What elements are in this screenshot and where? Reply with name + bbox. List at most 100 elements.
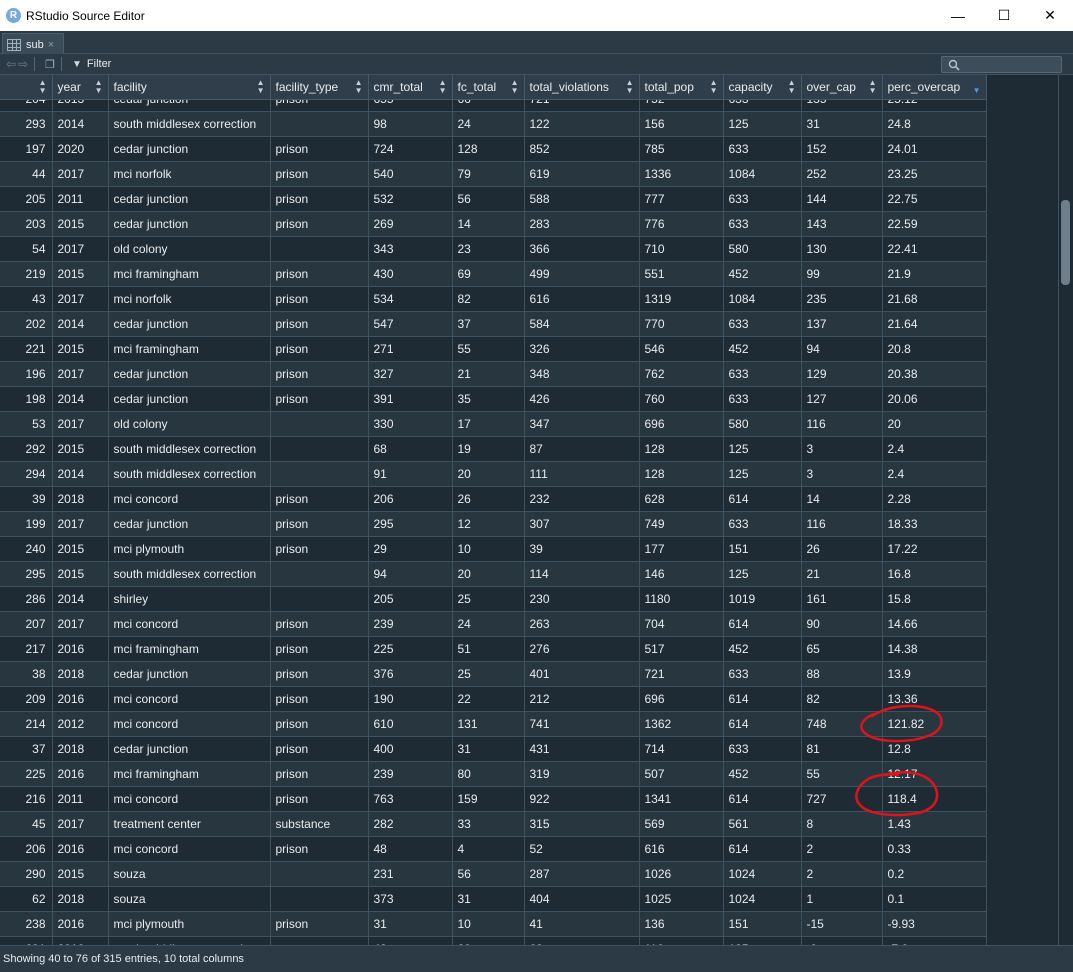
column-header-rownames[interactable]: ▲ ▼ bbox=[0, 75, 53, 100]
cell-value: 20 bbox=[887, 416, 901, 431]
column-header-facility[interactable]: facility ▲ ▼ bbox=[108, 75, 271, 100]
search-input[interactable] bbox=[941, 56, 1062, 73]
table-row[interactable]: 206 2016 mci concord prison 48 4 52 616 614 2 0.33 bbox=[0, 836, 987, 862]
table-cell-cmr-total: 48 bbox=[368, 836, 453, 862]
cell-value: 748 bbox=[806, 716, 827, 731]
table-row[interactable]: 290 2015 souza 231 56 287 1026 1024 2 0.2 bbox=[0, 861, 987, 887]
table-row[interactable]: 43 2017 mci norfolk prison 534 82 616 1319 1084 2… bbox=[0, 286, 987, 312]
table-cell-perc-overcap: 24.8 bbox=[882, 111, 987, 137]
cell-value: 21 bbox=[457, 366, 471, 381]
table-cell-facility-type: prison bbox=[270, 661, 369, 687]
row-number-cell: 293 bbox=[0, 111, 53, 137]
sort-arrows-icon[interactable]: ▲ ▼ bbox=[95, 79, 103, 95]
table-cell-facility: souza bbox=[108, 861, 271, 887]
table-row[interactable]: 238 2016 mci plymouth prison 31 10 41 136 151 -15… bbox=[0, 911, 987, 937]
sort-arrows-icon[interactable]: ▲ ▼ bbox=[39, 79, 47, 95]
table-cell-perc-overcap: 22.41 bbox=[882, 236, 987, 262]
sort-arrows-icon[interactable]: ▼ bbox=[973, 79, 981, 95]
column-header-total-violations[interactable]: total_violations ▲ ▼ bbox=[524, 75, 640, 100]
sort-arrows-icon[interactable]: ▲ ▼ bbox=[869, 79, 877, 95]
cell-value: mci concord bbox=[113, 841, 179, 856]
cell-value: 69 bbox=[457, 266, 471, 281]
table-cell-year: 2018 bbox=[52, 486, 109, 512]
table-row[interactable]: 62 2018 souza 373 31 404 1025 1024 1 0.1 bbox=[0, 886, 987, 912]
cell-value: 3 bbox=[806, 466, 814, 481]
table-row[interactable]: 225 2016 mci framingham prison 239 80 319 507 45… bbox=[0, 761, 987, 787]
sort-arrows-icon[interactable]: ▲ ▼ bbox=[257, 79, 265, 95]
table-row[interactable]: 202 2014 cedar junction prison 547 37 584 770 63… bbox=[0, 311, 987, 337]
column-header-cmr-total[interactable]: cmr_total ▲ ▼ bbox=[368, 75, 453, 100]
cell-value: prison bbox=[275, 666, 309, 681]
table-cell-perc-overcap: 20.06 bbox=[882, 386, 987, 412]
scrollbar-thumb[interactable] bbox=[1061, 200, 1070, 285]
vertical-scrollbar[interactable] bbox=[1058, 75, 1073, 945]
table-row[interactable]: 292 2015 south middlesex correction 68 19 87 1… bbox=[0, 436, 987, 462]
table-row[interactable]: 240 2015 mci plymouth prison 29 10 39 177 151 26 1… bbox=[0, 536, 987, 562]
tab-sub[interactable]: sub × bbox=[2, 33, 64, 55]
table-row[interactable]: 54 2017 old colony 343 23 366 710 580 130 22.41 bbox=[0, 236, 987, 262]
forward-arrow-icon[interactable]: ⇨ bbox=[18, 57, 28, 71]
table-row[interactable]: 197 2020 cedar junction prison 724 128 852 785 6… bbox=[0, 136, 987, 162]
table-row[interactable]: 221 2015 mci framingham prison 271 55 326 546 45… bbox=[0, 336, 987, 362]
cell-value: 31 bbox=[373, 916, 387, 931]
column-header-fc-total[interactable]: fc_total ▲ ▼ bbox=[452, 75, 525, 100]
table-row[interactable]: 216 2011 mci concord prison 763 159 922 1341 614… bbox=[0, 786, 987, 812]
column-header-over-cap[interactable]: over_cap ▲ ▼ bbox=[801, 75, 883, 100]
cell-value: prison bbox=[275, 516, 309, 531]
table-row[interactable]: 205 2011 cedar junction prison 532 56 588 777 63… bbox=[0, 186, 987, 212]
cell-value: 66 bbox=[457, 99, 471, 106]
column-header-capacity[interactable]: capacity ▲ ▼ bbox=[723, 75, 802, 100]
table-row[interactable]: 204 2013 cedar junction prison 655 66 721 752 63… bbox=[0, 99, 987, 112]
sort-arrows-icon[interactable]: ▲ ▼ bbox=[355, 79, 363, 95]
table-cell-cmr-total: 724 bbox=[368, 136, 453, 162]
table-row[interactable]: 45 2017 treatment center substance 282 33 315 5… bbox=[0, 811, 987, 837]
minimize-button[interactable]: — bbox=[935, 0, 981, 31]
table-cell-capacity: 633 bbox=[723, 661, 802, 687]
table-row[interactable]: 38 2018 cedar junction prison 376 25 401 721 633… bbox=[0, 661, 987, 687]
table-row[interactable]: 219 2015 mci framingham prison 430 69 499 551 45… bbox=[0, 261, 987, 287]
sort-arrows-icon[interactable]: ▲ ▼ bbox=[788, 79, 796, 95]
sort-arrows-icon[interactable]: ▲ ▼ bbox=[626, 79, 634, 95]
cell-value: mci concord bbox=[113, 491, 179, 506]
table-row[interactable]: 44 2017 mci norfolk prison 540 79 619 1336 1084 2… bbox=[0, 161, 987, 187]
back-arrow-icon[interactable]: ⇦ bbox=[6, 57, 16, 71]
table-cell-total-violations: 721 bbox=[524, 99, 640, 112]
table-row[interactable]: 37 2018 cedar junction prison 400 31 431 714 633… bbox=[0, 736, 987, 762]
column-header-facility-type[interactable]: facility_type ▲ ▼ bbox=[270, 75, 369, 100]
close-button[interactable]: ✕ bbox=[1027, 0, 1073, 31]
table-row[interactable]: 295 2015 south middlesex correction 94 20 114… bbox=[0, 561, 987, 587]
cell-value: 452 bbox=[728, 766, 749, 781]
sort-arrows-icon[interactable]: ▲ ▼ bbox=[710, 79, 718, 95]
column-header-total-pop[interactable]: total_pop ▲ ▼ bbox=[639, 75, 724, 100]
table-cell-cmr-total: 655 bbox=[368, 99, 453, 112]
filter-button[interactable]: ▼ Filter bbox=[72, 58, 111, 70]
cell-value: 235 bbox=[806, 291, 827, 306]
table-cell-over-cap: 252 bbox=[801, 161, 883, 187]
maximize-button[interactable]: ☐ bbox=[981, 0, 1027, 31]
table-row[interactable]: 214 2012 mci concord prison 610 131 741 1362 614… bbox=[0, 711, 987, 737]
table-row[interactable]: 293 2014 south middlesex correction 98 24 122… bbox=[0, 111, 987, 137]
table-row[interactable]: 199 2017 cedar junction prison 295 12 307 749 63… bbox=[0, 511, 987, 537]
sort-arrows-icon[interactable]: ▲ ▼ bbox=[439, 79, 447, 95]
table-row[interactable]: 53 2017 old colony 330 17 347 696 580 116 20 bbox=[0, 411, 987, 437]
table-cell-facility-type: prison bbox=[270, 711, 369, 737]
sort-arrows-icon[interactable]: ▲ ▼ bbox=[511, 79, 519, 95]
table-row[interactable]: 209 2016 mci concord prison 190 22 212 696 614 82… bbox=[0, 686, 987, 712]
cell-value: 785 bbox=[644, 141, 665, 156]
table-row[interactable]: 207 2017 mci concord prison 239 24 263 704 614 90… bbox=[0, 611, 987, 637]
table-row[interactable]: 294 2014 south middlesex correction 91 20 111… bbox=[0, 461, 987, 487]
table-row[interactable]: 196 2017 cedar junction prison 327 21 348 762 63… bbox=[0, 361, 987, 387]
table-cell-perc-overcap: 121.82 bbox=[882, 711, 987, 737]
table-cell-year: 2012 bbox=[52, 711, 109, 737]
table-row[interactable]: 198 2014 cedar junction prison 391 35 426 760 63… bbox=[0, 386, 987, 412]
column-header-year[interactable]: year ▲ ▼ bbox=[52, 75, 109, 100]
table-row[interactable]: 203 2015 cedar junction prison 269 14 283 776 63… bbox=[0, 211, 987, 237]
table-row[interactable]: 286 2014 shirley 205 25 230 1180 1019 161 15.8 bbox=[0, 586, 987, 612]
tab-close-icon[interactable]: × bbox=[48, 39, 54, 51]
column-header-perc-overcap[interactable]: perc_overcap ▼ bbox=[882, 75, 987, 100]
table-cell-facility: cedar junction bbox=[108, 386, 271, 412]
table-row[interactable]: 39 2018 mci concord prison 206 26 232 628 614 14 2… bbox=[0, 486, 987, 512]
popout-window-icon[interactable]: ❐ bbox=[45, 58, 55, 71]
table-row[interactable]: 217 2016 mci framingham prison 225 51 276 517 45… bbox=[0, 636, 987, 662]
table-row[interactable]: 2912016south middlesex correction4820681… bbox=[0, 936, 987, 945]
